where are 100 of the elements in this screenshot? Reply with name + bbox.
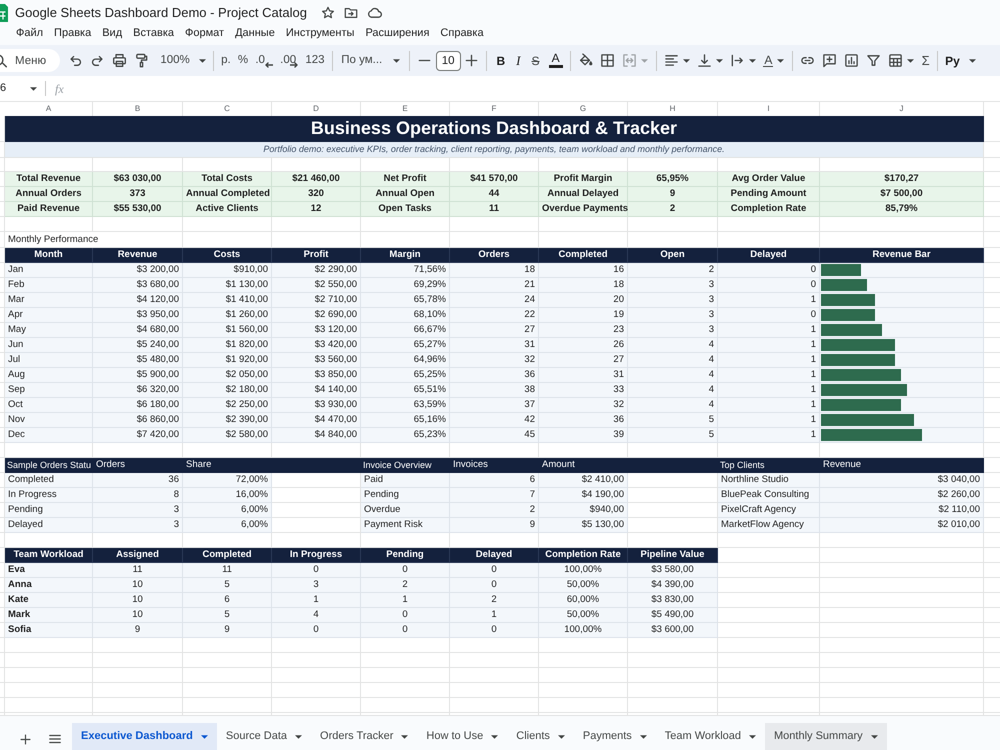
document-title[interactable]: Google Sheets Dashboard Demo - Project Catalog xyxy=(15,4,307,22)
text-wrap-icon[interactable] xyxy=(730,53,746,68)
print-icon[interactable] xyxy=(112,53,127,68)
menu-item[interactable]: Вид xyxy=(102,25,122,42)
cloud-icon[interactable] xyxy=(366,5,382,20)
table-cell: $3 560,00 xyxy=(272,353,361,368)
table-cell: 63,59% xyxy=(361,398,450,413)
table-cell: 3 xyxy=(628,323,718,338)
sheets-logo-icon[interactable] xyxy=(0,4,8,22)
table-cell: $4 390,00 xyxy=(628,578,718,593)
caret-icon[interactable] xyxy=(30,86,37,90)
caret-icon[interactable] xyxy=(558,734,565,738)
align-left-icon[interactable] xyxy=(664,53,679,68)
currency-button[interactable]: р. xyxy=(218,48,234,72)
plus-icon[interactable] xyxy=(18,732,32,746)
table-cell: $6 860,00 xyxy=(93,413,183,428)
table-cell: 11 xyxy=(93,563,183,578)
star-icon[interactable] xyxy=(320,6,335,20)
cell-reference[interactable]: 6 xyxy=(0,80,30,97)
text-color-button[interactable]: A xyxy=(545,48,566,72)
sheet-tab[interactable]: How to Use xyxy=(417,723,508,750)
table-cell: $2 550,00 xyxy=(272,278,361,293)
table-cell: 36 xyxy=(539,413,628,428)
table-cell: $3 420,00 xyxy=(272,338,361,353)
italic-button[interactable]: I xyxy=(510,48,526,72)
sheet-tab[interactable]: Source Data xyxy=(216,723,312,750)
table-cell: 21 xyxy=(450,278,539,293)
kpi-value: $7 500,00 xyxy=(820,187,984,202)
borders-icon[interactable] xyxy=(600,53,616,68)
filter-icon[interactable] xyxy=(866,53,882,68)
menu-item[interactable]: Вставка xyxy=(133,25,174,42)
add-comment-icon[interactable] xyxy=(822,53,837,68)
menu-item[interactable]: Расширения xyxy=(365,25,430,42)
functions-button[interactable]: Σ xyxy=(918,48,934,72)
decrease-decimal-button[interactable]: .0 xyxy=(252,48,277,72)
folder-icon[interactable] xyxy=(344,6,358,20)
caret-icon[interactable] xyxy=(682,58,690,62)
sheet-tab[interactable]: Clients xyxy=(507,723,574,750)
kpi-value: 85,79% xyxy=(820,202,984,217)
font-size-field[interactable]: 10 xyxy=(436,50,461,70)
sheet-tab[interactable]: Team Workload xyxy=(656,723,766,750)
zoom-dropdown[interactable]: 100% xyxy=(156,48,210,72)
sheet-tab[interactable]: Payments xyxy=(574,723,656,750)
menu-item[interactable]: Правка xyxy=(54,25,92,42)
caret-icon[interactable] xyxy=(295,734,302,738)
chart-icon[interactable] xyxy=(844,53,860,68)
table-cell: 1 xyxy=(718,413,820,428)
caret-icon xyxy=(777,58,784,62)
table-cell: Mar xyxy=(5,293,93,308)
table-cell: 0 xyxy=(361,608,450,623)
redo-icon[interactable] xyxy=(90,53,105,68)
menu-item[interactable]: Формат xyxy=(185,25,224,42)
menu-icon[interactable] xyxy=(48,732,62,746)
caret-icon[interactable] xyxy=(870,734,878,738)
sheet-tab[interactable]: Executive Dashboard xyxy=(72,723,217,750)
table-icon[interactable] xyxy=(888,53,904,68)
caret-icon[interactable] xyxy=(749,58,756,62)
header-cell: Open xyxy=(628,248,718,263)
menu-item[interactable]: Файл xyxy=(16,25,44,42)
table-cell: $3 850,00 xyxy=(272,368,361,383)
caret-icon[interactable] xyxy=(907,58,914,62)
table-cell: Aug xyxy=(5,368,93,383)
caret-icon[interactable] xyxy=(200,734,208,738)
table-cell: 0 xyxy=(450,563,539,578)
plus-icon[interactable] xyxy=(464,53,480,68)
table-cell: $3 680,00 xyxy=(93,278,183,293)
sheet-tab[interactable]: Orders Tracker xyxy=(311,723,418,750)
input-tools-dropdown[interactable]: Ру xyxy=(941,48,980,72)
table-cell: 3 xyxy=(628,293,718,308)
table-cell: 3 xyxy=(272,578,361,593)
menu-item[interactable]: Справка xyxy=(440,25,484,42)
header-cell: Invoices xyxy=(450,458,539,473)
caret-icon[interactable] xyxy=(640,734,647,738)
table-cell: 66,67% xyxy=(361,323,450,338)
menu-item[interactable]: Инструменты xyxy=(286,25,354,42)
caret-icon xyxy=(393,58,400,62)
bold-button[interactable]: B xyxy=(491,48,511,72)
search-field[interactable]: Меню xyxy=(0,49,60,72)
sheet-tab[interactable]: Monthly Summary xyxy=(765,723,887,750)
header-cell: Orders xyxy=(93,458,183,473)
table-cell: $3 930,00 xyxy=(272,398,361,413)
align-bottom-icon[interactable] xyxy=(696,53,712,68)
font-dropdown[interactable]: По ум... xyxy=(336,48,406,72)
percent-button[interactable]: % xyxy=(234,48,252,72)
header-cell: Margin xyxy=(361,248,450,263)
increase-decimal-button[interactable]: .00 xyxy=(276,48,302,72)
number-format-button[interactable]: 123 xyxy=(302,48,328,72)
fill-bucket-icon[interactable] xyxy=(578,53,594,68)
undo-icon[interactable] xyxy=(68,53,83,68)
caret-icon[interactable] xyxy=(716,58,723,62)
caret-icon[interactable] xyxy=(491,734,498,738)
caret-icon[interactable] xyxy=(749,734,756,738)
caret-icon[interactable] xyxy=(401,734,408,738)
menu-item[interactable]: Данные xyxy=(235,25,275,42)
text-rotation-dropdown[interactable]: A xyxy=(760,48,788,72)
table-cell: 11 xyxy=(183,563,272,578)
table-cell: $1 560,00 xyxy=(183,323,272,338)
table-cell: 27 xyxy=(450,323,539,338)
paint-format-icon[interactable] xyxy=(134,53,150,68)
strikethrough-button[interactable]: S xyxy=(526,48,546,72)
